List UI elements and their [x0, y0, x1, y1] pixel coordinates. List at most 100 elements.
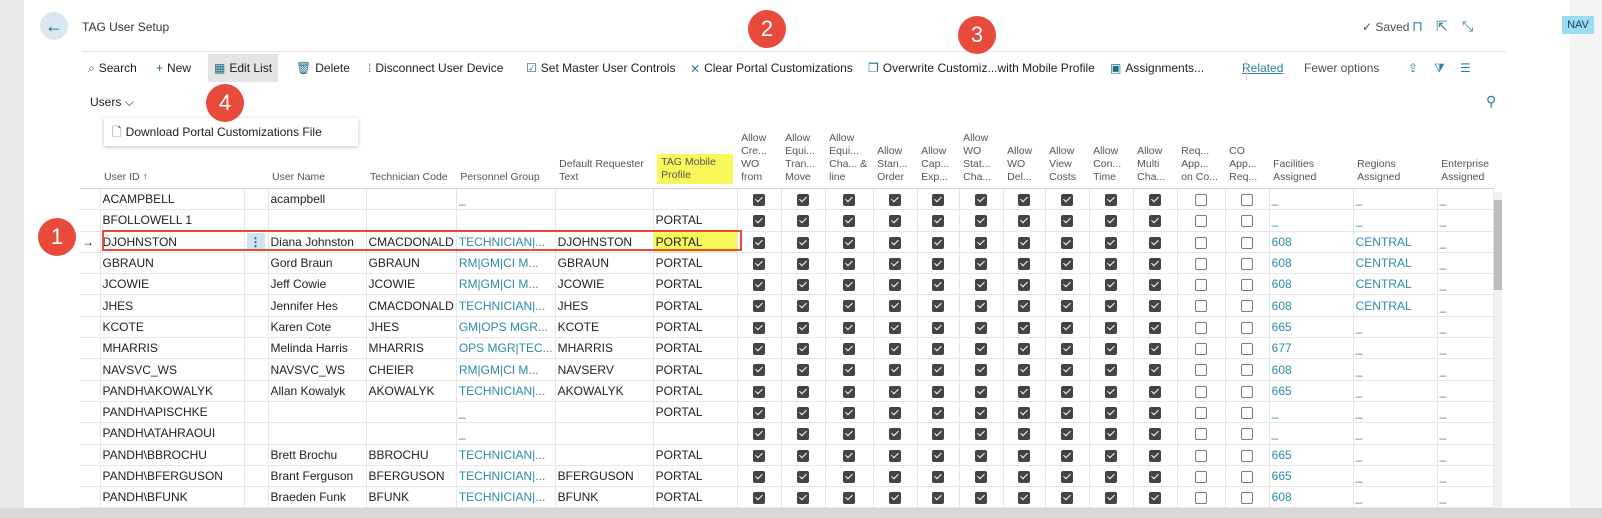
checkbox-unchecked[interactable]	[1241, 428, 1254, 441]
checkbox-checked[interactable]	[975, 406, 988, 419]
user-id-cell[interactable]: PANDH\BFERGUSON	[100, 465, 245, 488]
checkbox-checked[interactable]	[1105, 364, 1118, 377]
mobile-profile-cell[interactable]: PORTAL	[653, 401, 738, 424]
default-requester-cell[interactable]	[555, 209, 654, 232]
checkbox-checked[interactable]	[975, 449, 988, 462]
regions-assigned-cell[interactable]: _	[1353, 465, 1438, 488]
checkbox-checked[interactable]	[1149, 236, 1162, 249]
enterprise-assigned-cell[interactable]: _	[1437, 486, 1494, 508]
checkbox-checked[interactable]	[889, 470, 902, 483]
checkbox-checked[interactable]	[889, 257, 902, 270]
row-actions-cell[interactable]	[244, 358, 269, 381]
checkbox-unchecked[interactable]	[1195, 215, 1208, 228]
users-menu[interactable]: Users ⌵	[90, 95, 134, 110]
checkbox-checked[interactable]	[1149, 364, 1162, 377]
row-actions-cell[interactable]	[244, 316, 269, 339]
column-header[interactable]: Allow Con... Time	[1089, 124, 1134, 189]
checkbox-unchecked[interactable]	[1241, 279, 1254, 292]
more-options-icon[interactable]: ⋮	[246, 232, 265, 251]
checkbox-checked[interactable]	[932, 257, 945, 270]
default-requester-cell[interactable]	[555, 444, 654, 466]
checkbox-checked[interactable]	[1061, 257, 1074, 270]
table-row[interactable]: GBRAUN Gord Braun GBRAUN RM|GM|CI M... GBRAU…	[80, 252, 1494, 275]
technician-code-cell[interactable]	[366, 422, 457, 445]
checkbox-checked[interactable]	[889, 364, 902, 377]
checkbox-checked[interactable]	[889, 279, 902, 292]
checkbox-checked[interactable]	[1149, 470, 1162, 483]
checkbox-checked[interactable]	[753, 343, 766, 356]
checkbox-checked[interactable]	[1018, 385, 1031, 398]
facilities-assigned-cell[interactable]: _	[1269, 422, 1354, 445]
checkbox-checked[interactable]	[975, 257, 988, 270]
row-actions-cell[interactable]	[244, 337, 269, 360]
facilities-assigned-cell[interactable]: _	[1269, 209, 1354, 232]
regions-assigned-cell[interactable]: _	[1353, 486, 1438, 508]
checkbox-checked[interactable]	[843, 215, 856, 228]
checkbox-checked[interactable]	[932, 364, 945, 377]
user-id-cell[interactable]: ACAMPBELL	[100, 188, 245, 211]
checkbox-checked[interactable]	[1018, 428, 1031, 441]
checkbox-checked[interactable]	[843, 343, 856, 356]
checkbox-checked[interactable]	[1105, 236, 1118, 249]
user-name-cell[interactable]: acampbell	[268, 188, 367, 211]
column-header[interactable]: Allow Stan... Order	[873, 124, 918, 189]
checkbox-checked[interactable]	[975, 236, 988, 249]
mobile-profile-cell[interactable]: PORTAL	[653, 316, 738, 339]
checkbox-checked[interactable]	[797, 343, 810, 356]
mobile-profile-cell[interactable]: PORTAL	[653, 444, 738, 466]
checkbox-checked[interactable]	[975, 492, 988, 505]
checkbox-checked[interactable]	[1149, 279, 1162, 292]
checkbox-checked[interactable]	[1061, 406, 1074, 419]
default-requester-cell[interactable]: NAVSERV	[555, 358, 654, 381]
user-id-cell[interactable]: NAVSVC_WS	[100, 358, 245, 381]
disconnect-device-button[interactable]: ⁞ Disconnect User Device	[362, 54, 509, 82]
personnel-group-cell[interactable]: TECHNICIAN|...	[456, 444, 556, 466]
column-header[interactable]: Allow Equi... Tran... Move	[781, 124, 826, 189]
personnel-group-cell[interactable]	[456, 209, 556, 232]
row-actions-cell[interactable]	[244, 252, 269, 275]
checkbox-checked[interactable]	[1105, 257, 1118, 270]
personnel-group-cell[interactable]: TECHNICIAN|...	[456, 465, 556, 488]
table-row[interactable]: PANDH\AKOWALYK Allan Kowalyk AKOWALYK TECHN…	[80, 380, 1494, 402]
enterprise-assigned-cell[interactable]: _	[1437, 231, 1494, 253]
filter-icon[interactable]: ⧩	[1428, 54, 1451, 82]
checkbox-checked[interactable]	[889, 385, 902, 398]
checkbox-checked[interactable]	[1105, 215, 1118, 228]
column-header[interactable]: Regions Assigned	[1353, 124, 1438, 189]
checkbox-checked[interactable]	[1018, 257, 1031, 270]
checkbox-unchecked[interactable]	[1241, 470, 1254, 483]
technician-code-cell[interactable]: MHARRIS	[366, 337, 457, 360]
user-name-cell[interactable]: Allan Kowalyk	[268, 380, 367, 402]
column-header[interactable]: Allow Cap... Exp...	[917, 124, 960, 189]
checkbox-unchecked[interactable]	[1195, 321, 1208, 334]
mobile-profile-cell[interactable]: PORTAL	[653, 358, 738, 381]
edit-list-button[interactable]: ▦ Edit List	[208, 54, 279, 82]
pin-icon[interactable]: ⚲	[1486, 93, 1496, 110]
personnel-group-cell[interactable]: TECHNICIAN|...	[456, 486, 556, 508]
checkbox-checked[interactable]	[932, 279, 945, 292]
table-row[interactable]: PANDH\APISCHKE _ PORTAL _ _ _	[80, 401, 1494, 424]
mobile-profile-cell[interactable]: PORTAL	[653, 209, 738, 232]
default-requester-cell[interactable]	[555, 422, 654, 445]
checkbox-unchecked[interactable]	[1241, 236, 1254, 249]
checkbox-checked[interactable]	[843, 279, 856, 292]
row-actions-cell[interactable]	[244, 401, 269, 424]
facilities-assigned-cell[interactable]: 665	[1269, 444, 1354, 466]
checkbox-checked[interactable]	[1018, 215, 1031, 228]
checkbox-checked[interactable]	[889, 406, 902, 419]
enterprise-assigned-cell[interactable]: _	[1437, 358, 1494, 381]
technician-code-cell[interactable]: JHES	[366, 316, 457, 339]
regions-assigned-cell[interactable]: CENTRAL	[1353, 231, 1438, 253]
row-actions-cell[interactable]	[244, 209, 269, 232]
checkbox-checked[interactable]	[1149, 321, 1162, 334]
checkbox-checked[interactable]	[1061, 279, 1074, 292]
personnel-group-cell[interactable]: _	[456, 422, 556, 445]
default-requester-cell[interactable]	[555, 401, 654, 424]
default-requester-cell[interactable]: MHARRIS	[555, 337, 654, 360]
table-row[interactable]: MHARRIS Melinda Harris MHARRIS OPS MGR|TEC.…	[80, 337, 1494, 360]
checkbox-checked[interactable]	[843, 449, 856, 462]
checkbox-unchecked[interactable]	[1195, 385, 1208, 398]
checkbox-checked[interactable]	[932, 215, 945, 228]
fewer-options-button[interactable]: Fewer options	[1298, 54, 1385, 82]
facilities-assigned-cell[interactable]: 608	[1269, 486, 1354, 508]
